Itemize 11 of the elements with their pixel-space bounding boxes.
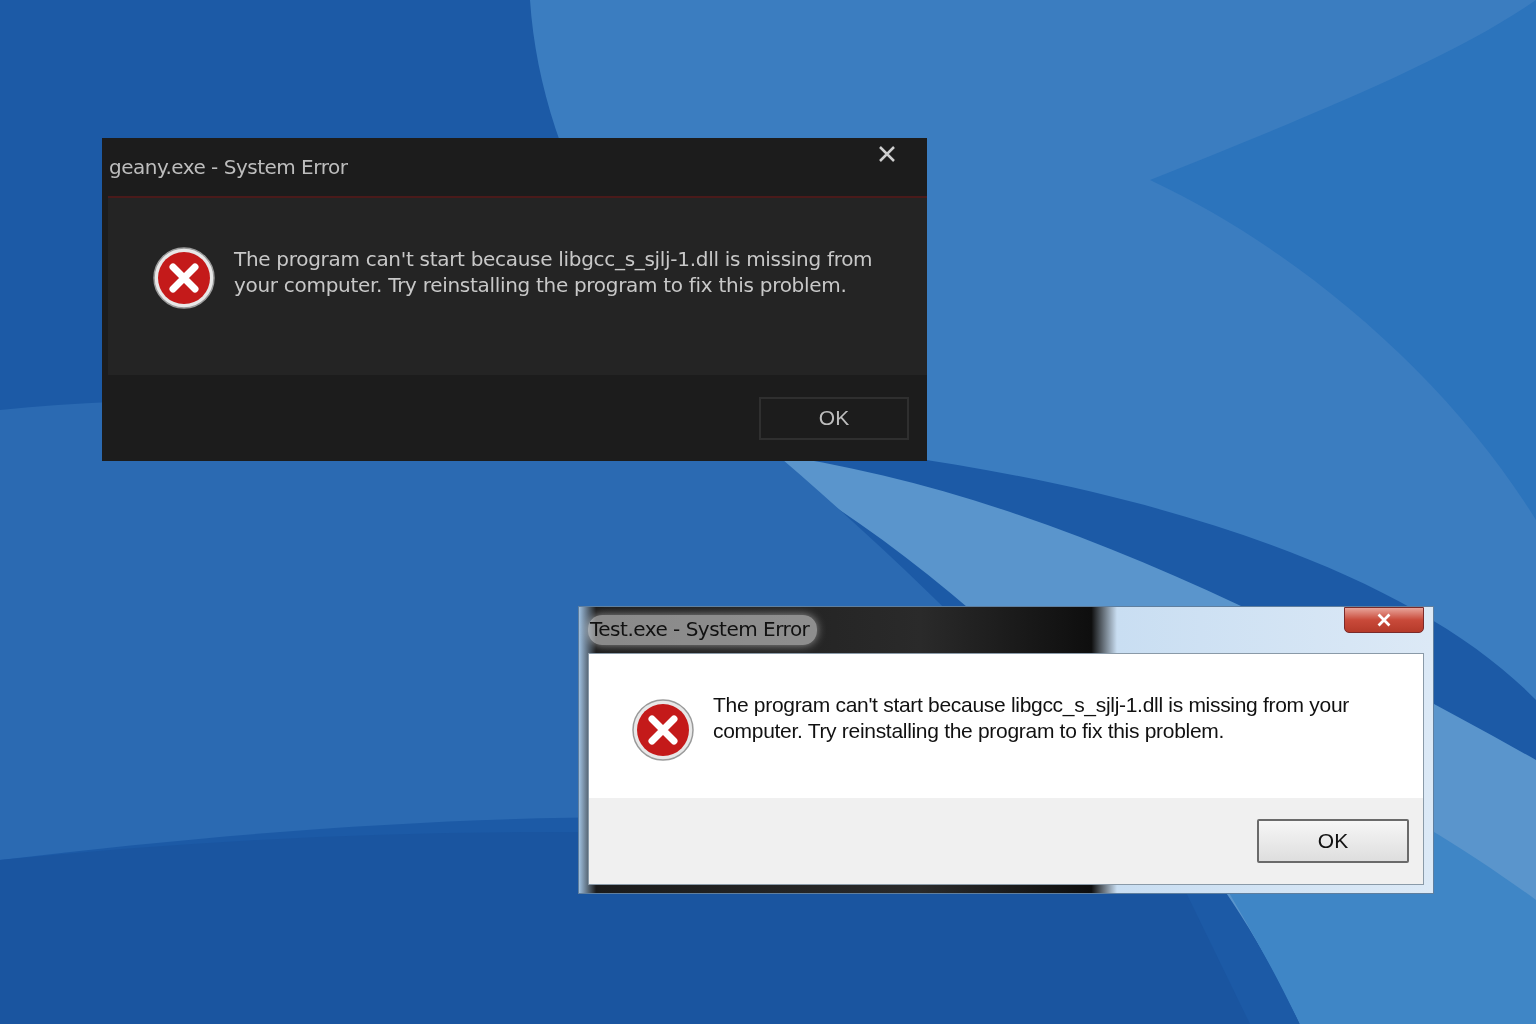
error-icon <box>631 698 695 762</box>
close-icon <box>878 145 896 163</box>
error-message: The program can't start because libgcc_s_sjlj-1.dll is missing from your computer. Try reinstalling the program to fix this problem. <box>713 692 1350 744</box>
close-button[interactable] <box>1344 607 1424 633</box>
ok-button[interactable]: OK <box>759 396 909 440</box>
close-icon <box>1376 613 1392 627</box>
ok-button[interactable]: OK <box>1257 819 1409 863</box>
window-title: Test.exe - System Error <box>588 615 818 645</box>
window-title: geany.exe - System Error <box>109 155 348 179</box>
error-icon <box>152 246 216 310</box>
error-message: The program can't start because libgcc_s_sjlj-1.dll is missing from your computer. Try reinstalling the program to fix this problem. <box>234 246 874 298</box>
